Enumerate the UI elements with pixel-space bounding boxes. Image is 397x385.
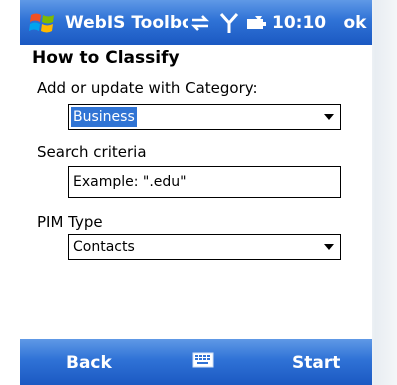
- signal-icon[interactable]: [219, 11, 239, 35]
- search-criteria-label: Search criteria: [37, 143, 147, 161]
- pim-type-label: PIM Type: [37, 213, 103, 231]
- windows-start-icon[interactable]: [28, 9, 58, 37]
- page-title: How to Classify: [32, 48, 180, 68]
- chevron-down-icon: [324, 114, 334, 120]
- category-dropdown[interactable]: Business: [68, 104, 341, 130]
- pim-type-value: Contacts: [73, 239, 135, 255]
- back-softkey[interactable]: Back: [66, 350, 124, 376]
- softkey-bar: Back Start: [20, 339, 372, 385]
- search-criteria-input[interactable]: Example: ".edu": [68, 166, 341, 198]
- title-bar: WebIS Toolbo 10:10 ok: [20, 0, 372, 45]
- chevron-down-icon: [324, 244, 334, 250]
- pocketpc-screen: WebIS Toolbo 10:10 ok How to Classify Ad…: [20, 0, 372, 385]
- keyboard-icon[interactable]: [192, 350, 214, 370]
- category-value: Business: [71, 107, 137, 127]
- start-softkey[interactable]: Start: [292, 350, 356, 376]
- category-label: Add or update with Category:: [37, 79, 258, 97]
- clock[interactable]: 10:10: [272, 10, 334, 36]
- search-criteria-value: Example: ".edu": [73, 174, 187, 190]
- app-title: WebIS Toolbo: [65, 13, 188, 33]
- connectivity-icon[interactable]: [188, 11, 212, 35]
- battery-icon[interactable]: [246, 13, 268, 33]
- pim-type-dropdown[interactable]: Contacts: [68, 234, 341, 260]
- ok-button[interactable]: ok: [340, 10, 370, 36]
